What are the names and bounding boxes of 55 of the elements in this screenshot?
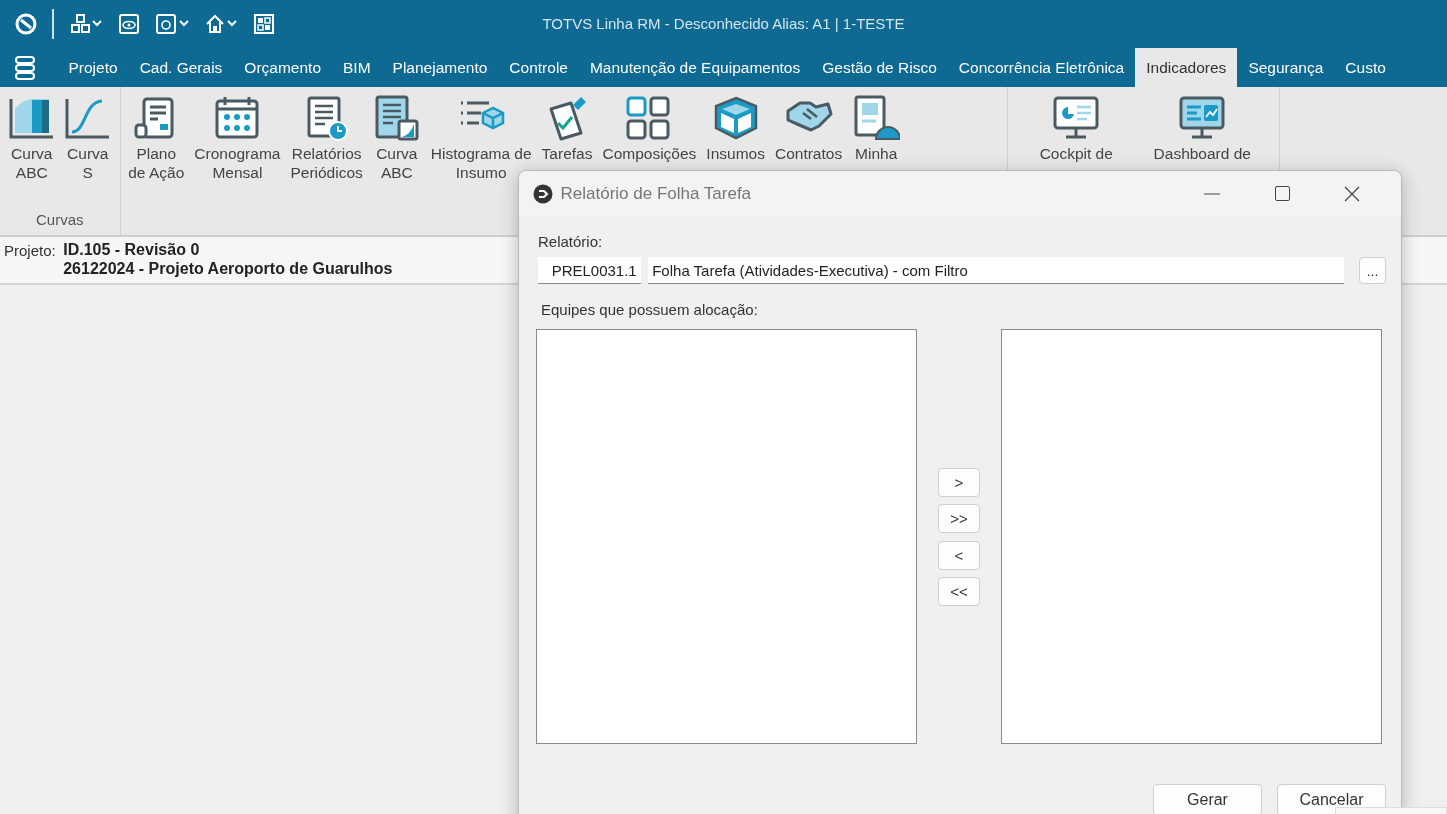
ribbon-tab[interactable]: Segurança — [1237, 48, 1335, 87]
ribbon-button[interactable]: Dashboard de — [1141, 87, 1264, 163]
ribbon-button[interactable]: Cronograma Mensal — [190, 87, 285, 182]
move-button[interactable]: << — [938, 577, 980, 606]
ribbon-tab[interactable]: Concorrência Eletrônica — [947, 48, 1136, 87]
home-icon[interactable] — [204, 13, 238, 35]
ribbon-tab[interactable]: Projeto — [57, 48, 129, 87]
move-button[interactable]: > — [938, 467, 980, 497]
layout-icon[interactable] — [253, 13, 275, 35]
ribbon-button[interactable]: Insumos — [702, 87, 769, 163]
ribbon-button[interactable]: Contratos — [770, 87, 847, 163]
ribbon-button[interactable]: Relatórios Periódicos — [286, 87, 367, 182]
window-title: TOTVS Linha RM - Desconhecido Alias: A1 | 1-TESTE — [542, 15, 905, 32]
field-label: Relatório: — [538, 232, 603, 252]
ribbon-button[interactable]: Minha — [848, 87, 905, 163]
ribbon-tab[interactable]: Planejamento — [381, 48, 499, 87]
move-button[interactable]: >> — [938, 504, 980, 533]
ribbon-tab[interactable]: Controle — [498, 48, 579, 87]
monitor-chart-icon — [1178, 95, 1227, 141]
ribbon-button[interactable]: Curva S — [59, 87, 116, 182]
menu-icon[interactable] — [15, 55, 35, 80]
sitemap-icon[interactable] — [69, 13, 103, 35]
ribbon-tab[interactable]: BIM — [332, 48, 382, 87]
ribbon-tab[interactable]: Cad. Gerais — [128, 48, 234, 87]
ribbon-button[interactable]: Composições — [598, 87, 701, 163]
ribbon-tab[interactable]: Indicadores — [1135, 48, 1238, 87]
ribbon-tab[interactable]: Custo — [1334, 48, 1397, 87]
ribbon-button[interactable]: Curva ABC — [3, 87, 60, 182]
group-label: Curvas — [36, 209, 84, 230]
move-button[interactable]: < — [938, 540, 980, 570]
ribbon-button[interactable]: Cockpit de — [1015, 87, 1138, 163]
logo-icon — [533, 183, 553, 204]
project-label: Projeto: — [4, 241, 56, 261]
ribbon-tab[interactable]: Gestão de Risco — [811, 48, 948, 87]
monitor-pie-icon — [1052, 95, 1101, 141]
close-icon[interactable] — [1344, 185, 1360, 202]
report-code-field[interactable]: PREL0031.1 — [538, 257, 641, 285]
logo-icon[interactable] — [15, 13, 37, 35]
project-name: 26122024 - Projeto Aeroporto de Guarulhos — [63, 259, 393, 278]
eye-window-icon[interactable] — [118, 13, 140, 35]
ribbon-button[interactable]: Tarefas — [537, 87, 597, 163]
calendar-icon — [213, 95, 262, 141]
dialog-button[interactable]: Gerar — [1153, 784, 1262, 814]
ribbon-button[interactable]: Curva ABC — [368, 87, 425, 182]
dialog-title: Relatório de Folha Tarefa — [560, 182, 753, 205]
list-label: Equipes que possuem alocação: — [541, 300, 758, 321]
browse-button[interactable]: ... — [1359, 257, 1386, 285]
document-gauge-icon — [852, 95, 901, 141]
dialog-button[interactable]: Cancelar — [1277, 784, 1386, 814]
report-name-field[interactable]: Folha Tarefa (Atividades-Executiva) - com Filtro — [648, 257, 1345, 285]
project-name: ID.105 - Revisão 0 — [63, 240, 200, 259]
ribbon-button[interactable]: Plano de Ação — [124, 87, 189, 182]
ribbon-tab[interactable]: Manutenção de Equipamentos — [578, 48, 812, 87]
maximize-icon[interactable] — [1274, 186, 1290, 201]
ribbon-tab[interactable]: Orçamento — [233, 48, 332, 87]
